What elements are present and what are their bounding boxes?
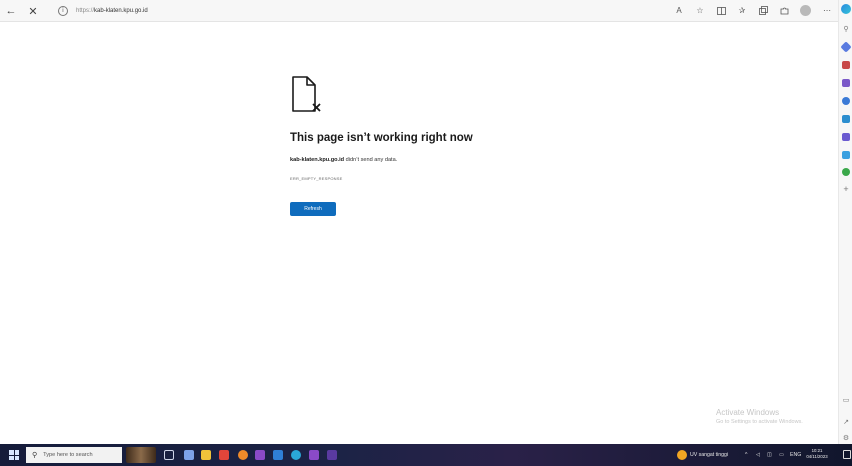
app-icon-1[interactable] bbox=[184, 450, 194, 460]
back-icon[interactable]: ← bbox=[4, 4, 18, 18]
edge-icon[interactable] bbox=[291, 450, 301, 460]
volume-icon[interactable]: ◁ bbox=[756, 452, 760, 458]
app-icon-8[interactable] bbox=[309, 450, 319, 460]
profile-icon[interactable] bbox=[800, 5, 811, 16]
search-highlight-image[interactable] bbox=[126, 447, 156, 463]
tray-overflow-icon[interactable]: ^ bbox=[745, 452, 747, 458]
settings-icon[interactable]: ⚙ bbox=[841, 434, 851, 442]
shopping-icon[interactable] bbox=[842, 61, 850, 69]
more-icon[interactable]: ⋯ bbox=[822, 6, 832, 16]
split-screen-icon[interactable] bbox=[716, 6, 726, 16]
sad-page-icon bbox=[292, 76, 321, 112]
read-aloud-icon[interactable]: A bbox=[674, 6, 684, 16]
weather-text[interactable]: UV sangat tinggi bbox=[690, 452, 728, 458]
drop-icon[interactable] bbox=[842, 151, 850, 159]
games-icon[interactable] bbox=[842, 133, 850, 141]
info-icon[interactable]: i bbox=[58, 6, 68, 16]
taskbar: ⚲ Type here to search UV sangat tinggi ^… bbox=[0, 444, 852, 466]
discover-icon[interactable] bbox=[840, 41, 852, 53]
url-host: kab-klaten.kpu.go.id bbox=[94, 8, 148, 14]
error-code: ERR_EMPTY_RESPONSE bbox=[290, 176, 343, 181]
weather-icon[interactable] bbox=[677, 450, 687, 460]
browser-toolbar: ← ✕ i https://kab-klaten.kpu.go.id A ☆ ✰… bbox=[0, 0, 852, 22]
close-icon[interactable]: ✕ bbox=[26, 4, 40, 18]
taskbar-search[interactable]: ⚲ Type here to search bbox=[26, 447, 122, 463]
copilot-icon[interactable] bbox=[841, 4, 851, 14]
collections-icon[interactable] bbox=[758, 6, 768, 16]
watermark-subtitle: Go to Settings to activate Windows. bbox=[716, 419, 803, 425]
search-placeholder: Type here to search bbox=[43, 452, 93, 458]
page-title: This page isn’t working right now bbox=[290, 132, 473, 144]
app-icon-4[interactable] bbox=[238, 450, 248, 460]
refresh-button[interactable]: Refresh bbox=[290, 202, 336, 216]
add-icon[interactable]: + bbox=[841, 184, 851, 194]
error-description: kab-klaten.kpu.go.id didn’t send any dat… bbox=[290, 157, 397, 163]
outlook-icon[interactable] bbox=[842, 115, 850, 123]
extensions-icon[interactable] bbox=[779, 6, 789, 16]
search-icon: ⚲ bbox=[32, 451, 38, 459]
external-link-icon[interactable]: ↗ bbox=[841, 418, 851, 426]
office-icon[interactable] bbox=[842, 79, 850, 87]
tools-icon[interactable] bbox=[842, 97, 850, 105]
task-view-icon[interactable] bbox=[164, 450, 174, 460]
battery-icon[interactable]: ▭ bbox=[779, 452, 784, 458]
error-message: didn’t send any data. bbox=[344, 157, 398, 163]
url-protocol: https:// bbox=[76, 8, 95, 14]
language-indicator[interactable]: ENG bbox=[790, 452, 801, 458]
extension-app-icon[interactable] bbox=[842, 168, 850, 176]
address-bar[interactable]: i https://kab-klaten.kpu.go.id bbox=[48, 3, 648, 19]
site-name: kab-klaten.kpu.go.id bbox=[290, 157, 345, 163]
network-icon[interactable]: ◫ bbox=[767, 452, 772, 458]
app-icon-3[interactable] bbox=[219, 450, 229, 460]
toolbar-icons: A ☆ ✰ ⋯ bbox=[674, 5, 832, 16]
address-url[interactable]: https://kab-klaten.kpu.go.id bbox=[76, 8, 148, 14]
notification-icon[interactable] bbox=[843, 450, 851, 459]
activation-watermark: Activate Windows Go to Settings to activ… bbox=[716, 408, 803, 425]
watermark-title: Activate Windows bbox=[716, 408, 780, 417]
edge-sidebar: ⚲ + ▭ ↗ ⚙ bbox=[838, 0, 852, 444]
app-icon-9[interactable] bbox=[327, 450, 337, 460]
favorite-icon[interactable]: ☆ bbox=[695, 6, 705, 16]
clock[interactable]: 10:21 04/11/2023 bbox=[805, 448, 829, 460]
app-icon-6[interactable] bbox=[273, 450, 283, 460]
app-icon-5[interactable] bbox=[255, 450, 265, 460]
sidebar-layout-icon[interactable]: ▭ bbox=[841, 396, 851, 404]
favorites-icon[interactable]: ✰ bbox=[737, 6, 747, 16]
search-sidebar-icon[interactable]: ⚲ bbox=[841, 25, 851, 33]
file-explorer-icon[interactable] bbox=[201, 450, 211, 460]
windows-start-icon[interactable] bbox=[9, 450, 19, 460]
clock-date: 04/11/2023 bbox=[806, 454, 828, 459]
